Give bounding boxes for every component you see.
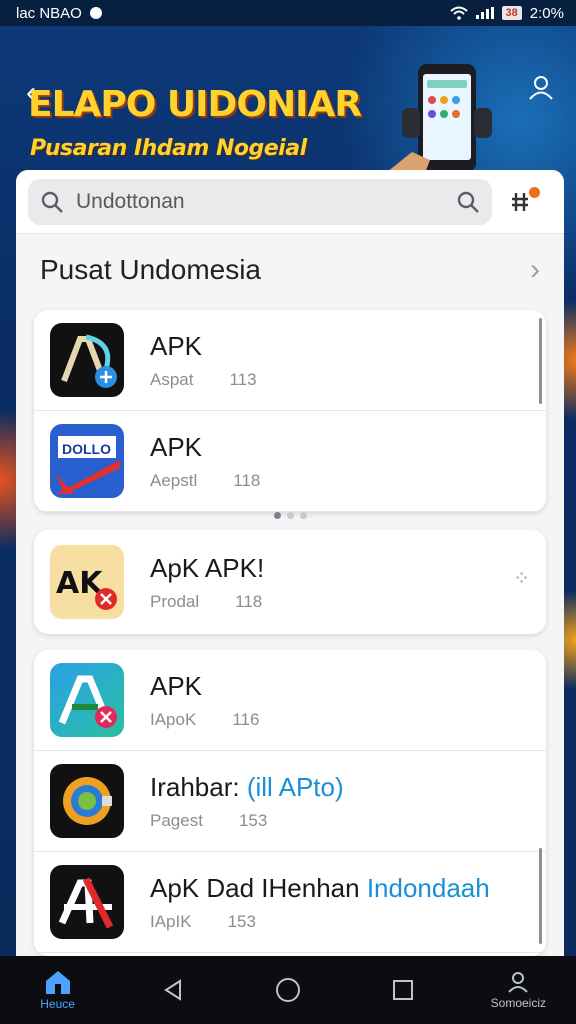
home-icon <box>45 971 70 994</box>
back-icon <box>163 979 181 1001</box>
banner: ‹ ELAPO UIDONIAR Pusaran Ihdam Nogeial <box>0 26 576 196</box>
app-count: 116 <box>232 709 260 729</box>
nav-home[interactable]: Heuce <box>10 969 106 1011</box>
app-name: Irahbar: <box>150 771 240 802</box>
blue-red-app-icon: DOLLO <box>50 424 124 498</box>
nav-profile-label: Somoeiciz <box>490 996 547 1010</box>
ap-red-black-icon <box>50 865 124 939</box>
app-category: Prodal <box>150 591 200 611</box>
profile-icon <box>508 972 529 993</box>
search-submit-icon[interactable] <box>456 190 480 214</box>
list-item[interactable]: DOLLO APK Aepstl 118 <box>34 411 546 512</box>
app-category: Pagest <box>150 810 203 830</box>
search-input[interactable] <box>76 189 444 214</box>
circle-icon <box>275 978 300 1002</box>
status-time: 2:0% <box>529 4 564 22</box>
svg-text:DOLLO: DOLLO <box>62 441 111 457</box>
more-icon[interactable]: ⁘ <box>513 566 530 591</box>
apk-beige-icon: AK <box>50 545 124 619</box>
app-name-highlight: Indondaah <box>366 872 490 903</box>
search-icon <box>41 191 63 213</box>
scrollbar[interactable] <box>539 848 542 944</box>
square-icon <box>393 980 414 1000</box>
wifi-icon <box>449 6 468 20</box>
nav-profile[interactable]: Somoeiciz <box>470 970 566 1010</box>
user-icon[interactable] <box>528 74 554 100</box>
app-card-1: APK Aspat 113 DOLLO APK Aepstl 118 <box>34 310 546 512</box>
list-item[interactable]: ApK Dad IHenhan Indondaah IApIK 153 <box>34 852 546 953</box>
page-indicator <box>16 512 564 519</box>
filter-button[interactable] <box>510 186 540 217</box>
status-carrier: lac NBAO <box>16 4 82 22</box>
bottom-nav: Heuce Somoeiciz <box>0 956 576 1024</box>
app-name: ApK APK! <box>150 552 265 583</box>
list-item[interactable]: Irahbar: (ill APto) Pagest 153 <box>34 751 546 852</box>
app-category: Aepstl <box>150 470 198 490</box>
main-panel: Pusat Undomesia › APK Aspat 113 <box>16 170 564 956</box>
app-name: APK <box>150 431 203 462</box>
search-bar[interactable] <box>28 178 492 225</box>
app-count: 153 <box>238 810 268 830</box>
circle-logo-icon <box>50 764 124 838</box>
app-count: 118 <box>233 470 261 490</box>
chevron-right-icon[interactable]: › <box>530 253 540 287</box>
list-item[interactable]: AK ApK APK! Prodal 118 ⁘ <box>34 530 546 634</box>
banner-subtitle: Pusaran Ihdam Nogeial <box>30 136 307 161</box>
app-name: APK <box>150 330 203 361</box>
app-category: IApIK <box>150 911 192 931</box>
app-count: 113 <box>229 369 257 389</box>
app-name: APK <box>150 670 203 701</box>
app-card-2: AK ApK APK! Prodal 118 ⁘ <box>34 530 546 634</box>
section-header[interactable]: Pusat Undomesia › <box>16 234 564 306</box>
search-row <box>16 170 564 234</box>
app-name-highlight: (ill APto) <box>246 771 344 802</box>
nav-back[interactable] <box>125 978 221 1002</box>
app-card-3: APK IApoK 116 Irahbar: (ill APto) Pagest 1… <box>34 650 546 956</box>
app-count: 118 <box>235 591 263 611</box>
list-item[interactable]: APK IApoK 116 <box>34 650 546 751</box>
banner-title: ELAPO UIDONIAR <box>28 84 362 125</box>
status-bar: lac NBAO 38 2:0% <box>0 0 576 26</box>
app-count: 153 <box>227 911 256 931</box>
nav-home-label: Heuce <box>40 997 75 1011</box>
app-category: IApoK <box>150 709 197 729</box>
ap-green-icon <box>50 663 124 737</box>
battery-icon: 38 <box>501 6 522 20</box>
app-category: Aspat <box>150 369 194 389</box>
nav-home-circle[interactable] <box>240 977 336 1003</box>
section-title: Pusat Undomesia <box>40 254 262 285</box>
nav-recents[interactable] <box>355 979 451 1001</box>
notification-dot <box>529 186 540 198</box>
ap-dark-icon <box>50 323 124 397</box>
signal-icon <box>475 7 494 19</box>
list-item[interactable]: APK Aspat 113 <box>34 310 546 411</box>
notification-icon <box>89 7 102 19</box>
scrollbar[interactable] <box>539 318 542 404</box>
app-name: ApK Dad IHenhan <box>150 872 360 903</box>
